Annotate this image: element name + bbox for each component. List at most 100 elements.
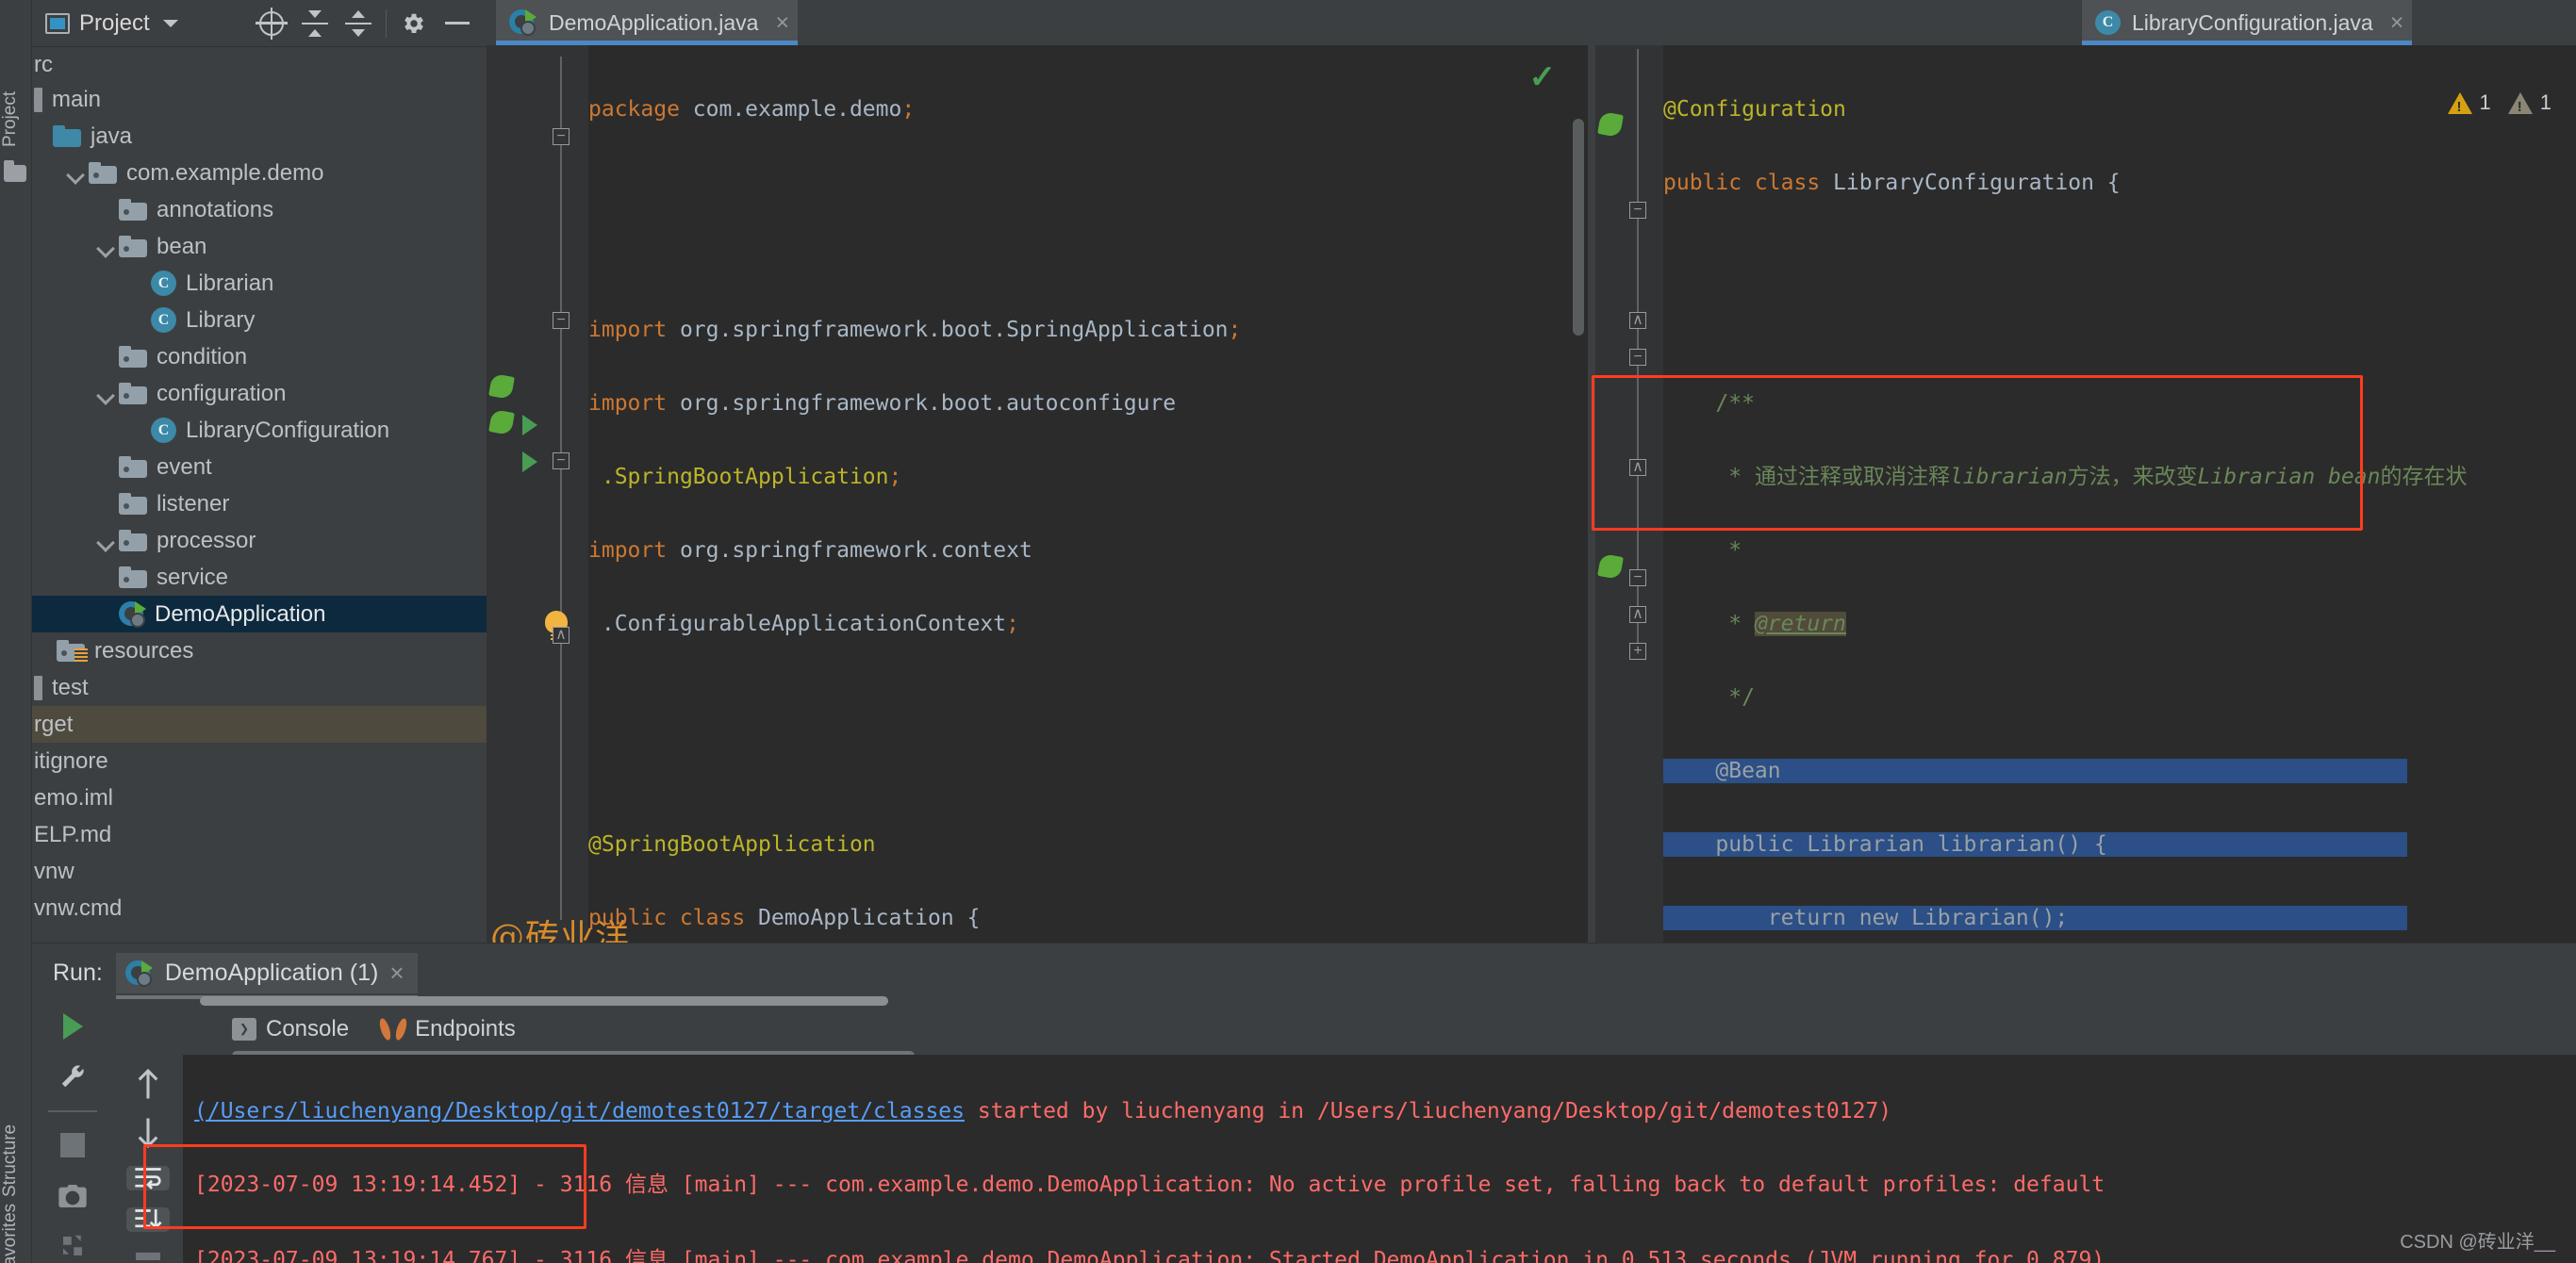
endpoints-icon [381,1018,405,1041]
project-settings-button[interactable] [392,3,436,44]
inspection-warnings[interactable]: 1 1 [2447,90,2551,115]
locate-file-button[interactable] [250,3,293,44]
tree-item-com-example-demo[interactable]: com.example.demo [32,155,487,191]
tab-console[interactable]: ❯ Console [232,1016,349,1042]
print-button[interactable] [126,1249,170,1263]
locate-icon [256,7,288,40]
fold-end-icon[interactable]: ∧ [1629,606,1646,623]
runtab-underline [200,996,888,1006]
editor-tab-demoapplication[interactable]: DemoApplication.java × [496,0,798,45]
scroll-up-button[interactable] [126,1068,170,1100]
tree-item-libraryconfiguration[interactable]: C LibraryConfiguration [32,412,487,449]
chevron-down-icon[interactable] [64,161,89,186]
module-icon [34,675,42,700]
tree-item-java[interactable]: java [32,118,487,155]
stop-button[interactable] [51,1129,94,1162]
fold-minus-icon[interactable]: − [1629,349,1646,366]
project-view-icon [45,12,70,34]
tree-item-service[interactable]: service [32,559,487,596]
tree-item-mvnw[interactable]: vnw [32,853,487,890]
tree-item-gitignore[interactable]: itignore [32,743,487,779]
fold-minus-icon[interactable]: − [553,128,570,145]
tree-item-condition[interactable]: condition [32,338,487,375]
package-icon [119,199,147,221]
hide-panel-button[interactable] [436,3,479,44]
tree-item-librarian[interactable]: C Librarian [32,265,487,302]
weak-warning-icon [2507,91,2533,115]
package-icon [119,493,147,515]
fold-end-icon[interactable]: ∧ [553,627,570,644]
ide-window: Project Structure Favorites Project rc m… [0,0,2576,1263]
tree-item-demoapplication[interactable]: DemoApplication [32,596,487,632]
tree-item-processor[interactable]: processor [32,522,487,559]
fold-end-icon[interactable]: ∧ [1629,312,1646,329]
tree-item-resources[interactable]: resources [32,632,487,669]
close-icon[interactable]: × [2390,9,2404,37]
rerun-settings-button[interactable] [51,1059,94,1092]
console-icon: ❯ [232,1018,256,1041]
tree-scroll-fragment: rc [34,52,53,77]
class-icon: C [151,271,176,296]
rerun-button[interactable] [51,1009,94,1042]
fold-minus-icon[interactable]: − [553,312,570,329]
spring-bean-gutter-icon[interactable] [488,373,515,400]
editor-libraryconfiguration[interactable]: − ∧ − ∧ − ∧ + @Configuration public clas… [1592,45,2576,943]
spring-boot-class-icon [119,600,147,628]
tree-item-test[interactable]: test [32,669,487,706]
package-icon [119,346,147,368]
package-icon [89,162,117,184]
spring-bean-gutter-icon[interactable] [488,409,515,435]
tree-item-library[interactable]: C Library [32,302,487,338]
spring-config-gutter-icon[interactable] [1597,111,1624,138]
run-class-gutter-icon[interactable] [522,415,537,435]
spring-boot-class-icon [124,960,154,987]
package-icon [119,530,147,551]
run-label: Run: [53,959,103,986]
package-icon [119,456,147,478]
close-icon[interactable]: × [389,959,404,988]
tree-item-event[interactable]: event [32,449,487,485]
tree-item-mvnw-cmd[interactable]: vnw.cmd [32,890,487,927]
expand-all-button[interactable] [293,3,337,44]
run-method-gutter-icon[interactable] [522,451,537,472]
play-icon [62,1012,83,1040]
run-config-tab[interactable]: DemoApplication (1) × [115,952,418,999]
inspection-ok-icon[interactable]: ✓ [1529,58,1557,96]
source-folder-icon [53,125,81,147]
project-tree[interactable]: rc main java com.example.demo annotation… [32,47,487,941]
chevron-down-icon[interactable] [94,235,119,259]
tree-item-configuration[interactable]: configuration [32,375,487,412]
code-content-left[interactable]: package com.example.demo; import org.spr… [588,45,1588,943]
fold-minus-icon[interactable]: − [1629,569,1646,586]
chevron-down-icon[interactable] [94,529,119,553]
rail-button-project[interactable]: Project [0,6,32,147]
chevron-down-icon[interactable] [94,382,119,406]
editor-tab-libraryconfiguration[interactable]: C LibraryConfiguration.java × [2082,0,2412,45]
tab-endpoints[interactable]: Endpoints [381,1016,516,1042]
tree-item-target[interactable]: rget [32,706,487,743]
run-side-toolbar [32,1002,113,1263]
class-icon: C [2095,10,2121,35]
tree-item-main[interactable]: main [32,81,487,118]
tree-item-help-md[interactable]: ELP.md [32,816,487,853]
screenshot-button[interactable] [51,1179,94,1212]
editor-tab-bar: DemoApplication.java × C LibraryConfigur… [487,0,2576,45]
tree-item-bean[interactable]: bean [32,228,487,265]
editor-gutter-left[interactable]: − − − ∧ [487,45,588,943]
tree-item-demo-iml[interactable]: emo.iml [32,779,487,816]
fold-plus-icon[interactable]: + [1629,643,1646,660]
editor-vertical-scrollbar[interactable] [1573,119,1584,336]
spring-bean-gutter-icon[interactable] [1597,553,1624,580]
minimize-icon [445,22,470,25]
tree-item-listener[interactable]: listener [32,485,487,522]
rail-button-favorites[interactable]: Favorites [0,1126,32,1263]
chevron-down-icon[interactable] [162,19,178,27]
tree-item-annotations[interactable]: annotations [32,191,487,228]
thread-dump-button[interactable] [51,1229,94,1262]
package-icon [119,383,147,404]
fold-minus-icon[interactable]: − [1629,202,1646,219]
collapse-all-button[interactable] [337,3,380,44]
fold-minus-icon[interactable]: − [553,452,570,469]
editor-demoapplication[interactable]: − − − ∧ package com.example.demo; import… [487,45,1588,943]
close-icon[interactable]: × [775,9,789,37]
